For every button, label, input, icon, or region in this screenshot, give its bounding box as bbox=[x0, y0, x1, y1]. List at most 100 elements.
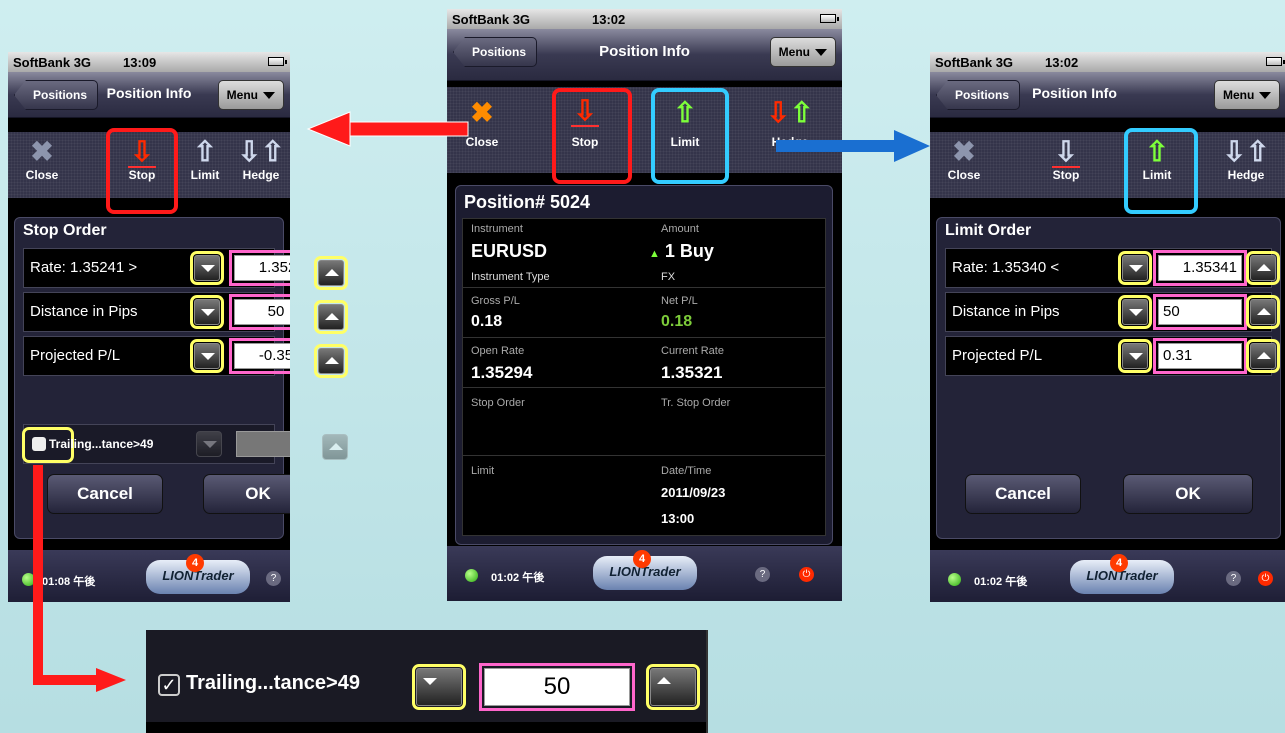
menu-button[interactable]: Menu bbox=[217, 80, 284, 110]
instrument-value: EURUSD bbox=[471, 241, 548, 261]
trailing-input[interactable]: 50 bbox=[236, 431, 290, 457]
menu-button[interactable]: Menu bbox=[1214, 80, 1281, 110]
trailing-label: Trailing...tance>49 bbox=[186, 672, 360, 694]
limit-tool-button[interactable]: ⇧ Limit bbox=[175, 132, 235, 198]
stop-highlight-box bbox=[552, 88, 632, 184]
rate-input[interactable]: 1.35240 bbox=[229, 250, 290, 286]
distance-decrease-button[interactable] bbox=[190, 295, 224, 329]
trailing-decrease-button[interactable] bbox=[196, 431, 222, 457]
projected-pl-row: Projected P/L -0.35 bbox=[23, 336, 290, 376]
details-grid: Instrument Amount EURUSD ▲ 1 Buy Instrum… bbox=[462, 218, 826, 536]
distance-decrease-button[interactable] bbox=[1118, 295, 1152, 329]
amount-value: ▲ 1 Buy bbox=[649, 241, 714, 261]
badge-count: 4 bbox=[1110, 554, 1128, 572]
cancel-button[interactable]: Cancel bbox=[47, 474, 163, 514]
zoom-row: ✓ Trailing...tance>49 50 bbox=[146, 630, 706, 722]
hedge-tool-button[interactable]: ⇩⇧ Hedge bbox=[231, 132, 290, 198]
connection-status-icon bbox=[22, 573, 35, 586]
distance-input[interactable]: 50 bbox=[1153, 294, 1247, 330]
power-icon[interactable]: ⏻ bbox=[799, 567, 814, 582]
distance-increase-button[interactable] bbox=[1246, 295, 1280, 329]
trailing-decrease-button[interactable] bbox=[412, 664, 466, 710]
help-icon[interactable]: ? bbox=[266, 571, 281, 586]
checkmark-icon[interactable]: ✓ bbox=[158, 674, 180, 696]
pl-increase-button[interactable] bbox=[314, 344, 348, 378]
help-icon[interactable]: ? bbox=[755, 567, 770, 582]
limit-highlight-box bbox=[651, 88, 729, 184]
close-tool-button[interactable]: ✖ Close bbox=[452, 87, 512, 173]
status-bar: SoftBank 3G 13:02 bbox=[930, 52, 1285, 72]
connection-status-icon bbox=[948, 573, 961, 586]
distance-row: Distance in Pips 50 bbox=[23, 292, 290, 332]
position-number: Position# 5024 bbox=[464, 192, 591, 212]
positions-back-button[interactable]: Positions bbox=[936, 80, 1021, 110]
status-time: 13:02 bbox=[592, 12, 626, 27]
trailing-checkbox[interactable] bbox=[32, 437, 46, 451]
help-icon[interactable]: ? bbox=[1226, 571, 1241, 586]
pl-decrease-button[interactable] bbox=[190, 339, 224, 373]
distance-increase-button[interactable] bbox=[314, 300, 348, 334]
liontrader-logo: 4 LIONTrader bbox=[1070, 554, 1174, 594]
pl-input[interactable]: -0.35 bbox=[229, 338, 290, 374]
rate-input[interactable]: 1.35341 bbox=[1153, 250, 1247, 286]
position-details-panel: Position# 5024 Instrument Amount EURUSD … bbox=[455, 185, 833, 545]
status-bar: SoftBank 3G 13:09 bbox=[8, 52, 290, 72]
pl-decrease-button[interactable] bbox=[1118, 339, 1152, 373]
red-arrow-left bbox=[306, 111, 469, 147]
ok-button[interactable]: OK bbox=[1123, 474, 1253, 514]
chevron-down-icon bbox=[815, 49, 827, 57]
trailing-increase-button[interactable] bbox=[646, 664, 700, 710]
nav-bar: Positions Position Info Menu bbox=[930, 72, 1285, 118]
rate-increase-button[interactable] bbox=[314, 256, 348, 290]
up-triangle-icon: ▲ bbox=[649, 248, 660, 260]
projected-pl-row: Projected P/L 0.31 bbox=[945, 336, 1280, 376]
limit-arrow-icon: ⇧ bbox=[193, 136, 217, 167]
chevron-down-icon bbox=[263, 92, 275, 100]
pl-input[interactable]: 0.31 bbox=[1153, 338, 1247, 374]
carrier-label: SoftBank 3G bbox=[935, 55, 1014, 70]
hedge-tool-button[interactable]: ⇩⇧ Hedge bbox=[1216, 132, 1276, 198]
liontrader-logo: 4 LIONTrader bbox=[593, 550, 697, 590]
stop-tool-button[interactable]: ⇩ Stop bbox=[1036, 132, 1096, 198]
bottom-bar: 01:02 午後 4 LIONTrader ? ⏻ bbox=[447, 546, 842, 601]
hedge-arrows-icon: ⇩⇧ bbox=[1222, 136, 1270, 167]
rate-row: Rate: 1.35241 > 1.35240 bbox=[23, 248, 290, 288]
carrier-label: SoftBank 3G bbox=[452, 12, 531, 27]
close-tool-button[interactable]: ✖ Close bbox=[934, 132, 994, 198]
nav-bar: Positions Position Info Menu bbox=[8, 72, 290, 118]
power-icon[interactable]: ⏻ bbox=[1258, 571, 1273, 586]
hedge-tool-button[interactable]: ⇩⇧ Hedge bbox=[760, 87, 820, 173]
hedge-arrows-icon: ⇩⇧ bbox=[766, 97, 814, 128]
trailing-increase-button[interactable] bbox=[322, 434, 348, 460]
positions-back-button[interactable]: Positions bbox=[14, 80, 99, 110]
rate-decrease-button[interactable] bbox=[190, 251, 224, 285]
nav-bar: Positions Position Info Menu bbox=[447, 29, 842, 81]
liontrader-logo: 4 LIONTrader bbox=[146, 554, 250, 594]
close-tool-button[interactable]: ✖ Close bbox=[12, 132, 72, 198]
clock-label: 01:02 午後 bbox=[491, 572, 545, 584]
right-phone-screen: SoftBank 3G 13:02 Positions Position Inf… bbox=[930, 52, 1285, 602]
rate-decrease-button[interactable] bbox=[1118, 251, 1152, 285]
battery-icon bbox=[1266, 57, 1285, 66]
status-bar: SoftBank 3G 13:02 bbox=[447, 9, 842, 29]
status-time: 13:09 bbox=[123, 55, 157, 70]
open-rate-value: 1.35294 bbox=[471, 363, 533, 382]
time-value: 13:00 bbox=[661, 511, 695, 526]
ok-button[interactable]: OK bbox=[203, 474, 290, 514]
stop-highlight-box bbox=[106, 128, 178, 214]
cancel-button[interactable]: Cancel bbox=[965, 474, 1081, 514]
action-toolbar: ✖ Close ⇩ Stop ⇧ Limit ⇩⇧ Hedge bbox=[930, 132, 1285, 198]
distance-row: Distance in Pips 50 bbox=[945, 292, 1280, 332]
battery-icon bbox=[268, 57, 287, 66]
action-toolbar: ✖ Close ⇩ Stop ⇧ Limit ⇩⇧ Hedge bbox=[447, 87, 842, 173]
menu-button[interactable]: Menu bbox=[769, 37, 836, 67]
trailing-input[interactable]: 50 bbox=[479, 663, 635, 711]
close-icon: ✖ bbox=[30, 136, 54, 167]
positions-back-button[interactable]: Positions bbox=[453, 37, 538, 67]
rate-increase-button[interactable] bbox=[1246, 251, 1280, 285]
chevron-down-icon bbox=[1259, 92, 1272, 100]
distance-input[interactable]: 50 bbox=[229, 294, 290, 330]
limit-highlight-box bbox=[1124, 128, 1198, 214]
hedge-arrows-icon: ⇩⇧ bbox=[237, 136, 285, 167]
pl-increase-button[interactable] bbox=[1246, 339, 1280, 373]
